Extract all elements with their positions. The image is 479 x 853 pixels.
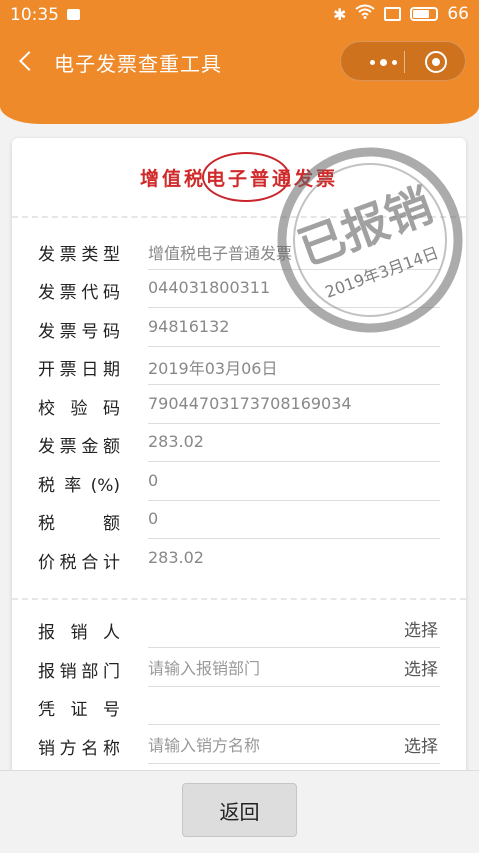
field-value: 94816132 (148, 317, 230, 336)
divider (12, 216, 466, 218)
reimburser-select-button[interactable]: 选择 (404, 616, 438, 641)
battery-icon (410, 7, 439, 21)
voucher-label: 凭 证 号 (38, 700, 120, 720)
footer-bar: 返回 (0, 770, 479, 853)
department-label: 报销部门 (38, 662, 120, 682)
field-value: 044031800311 (148, 278, 271, 297)
voucher-row: 凭 证 号 (38, 687, 440, 725)
more-icon[interactable] (358, 42, 408, 82)
reimburser-label: 报 销 人 (38, 623, 120, 643)
message-icon (384, 7, 402, 21)
battery-level: 66 (447, 4, 469, 24)
return-button[interactable]: 返回 (182, 783, 297, 837)
department-input[interactable] (148, 655, 378, 681)
divider (12, 598, 466, 600)
capsule-divider (404, 51, 405, 73)
field-value: 283.02 (148, 432, 204, 451)
close-target-icon[interactable] (425, 51, 447, 73)
field-value: 0 (148, 509, 159, 528)
field-value: 2019年03月06日 (148, 359, 278, 378)
invoice-card: 增值税电子普通发票 发票类型 增值税电子普通发票 发票代码 0440318003… (12, 138, 466, 778)
field-check-code: 校 验 码 79044703173708169034 (38, 386, 440, 424)
field-label: 税 率 (%) (38, 476, 120, 496)
field-value: 79044703173708169034 (148, 394, 352, 413)
field-invoice-number: 发票号码 94816132 (38, 309, 440, 347)
bluetooth-icon: ✱ (332, 4, 347, 24)
field-label: 发票金额 (38, 437, 120, 457)
field-invoice-date: 开票日期 2019年03月06日 (38, 347, 440, 385)
mini-program-capsule (340, 41, 466, 81)
back-arrow-icon[interactable] (18, 48, 38, 74)
status-bar: 10:35 ✱ 66 (0, 0, 479, 30)
field-label: 价税合计 (38, 553, 120, 573)
field-tax-rate: 税 率 (%) 0 (38, 463, 440, 501)
field-total: 价税合计 283.02 (38, 540, 440, 578)
field-label: 发票号码 (38, 322, 120, 342)
page-title: 电子发票查重工具 (54, 52, 222, 76)
seller-select-button[interactable]: 选择 (404, 732, 438, 757)
seller-row: 销方名称 选择 (38, 726, 440, 764)
field-label: 发票代码 (38, 283, 120, 303)
field-value: 0 (148, 471, 159, 490)
reimburser-row: 报 销 人 选择 (38, 610, 440, 648)
wifi-icon (355, 4, 375, 24)
field-tax-amount: 税 额 0 (38, 501, 440, 539)
field-invoice-code: 发票代码 044031800311 (38, 270, 440, 308)
field-invoice-type: 发票类型 增值税电子普通发票 (38, 232, 440, 270)
seller-label: 销方名称 (38, 739, 120, 759)
field-label: 税 额 (38, 514, 120, 534)
seller-input[interactable] (148, 732, 378, 758)
notification-icon (67, 9, 80, 20)
field-value: 283.02 (148, 548, 204, 567)
field-invoice-amount: 发票金额 283.02 (38, 424, 440, 462)
field-value: 增值税电子普通发票 (148, 244, 293, 263)
invoice-title: 增值税电子普通发票 (139, 168, 338, 190)
department-row: 报销部门 选择 (38, 649, 440, 687)
nav-bar: 电子发票查重工具 (0, 38, 479, 84)
field-label: 开票日期 (38, 360, 120, 380)
department-select-button[interactable]: 选择 (404, 655, 438, 680)
status-time: 10:35 (10, 5, 59, 25)
field-label: 发票类型 (38, 245, 120, 265)
header-bar: 10:35 ✱ 66 电子发票查重工具 (0, 0, 479, 124)
field-label: 校 验 码 (38, 399, 120, 419)
voucher-input[interactable] (148, 693, 378, 719)
